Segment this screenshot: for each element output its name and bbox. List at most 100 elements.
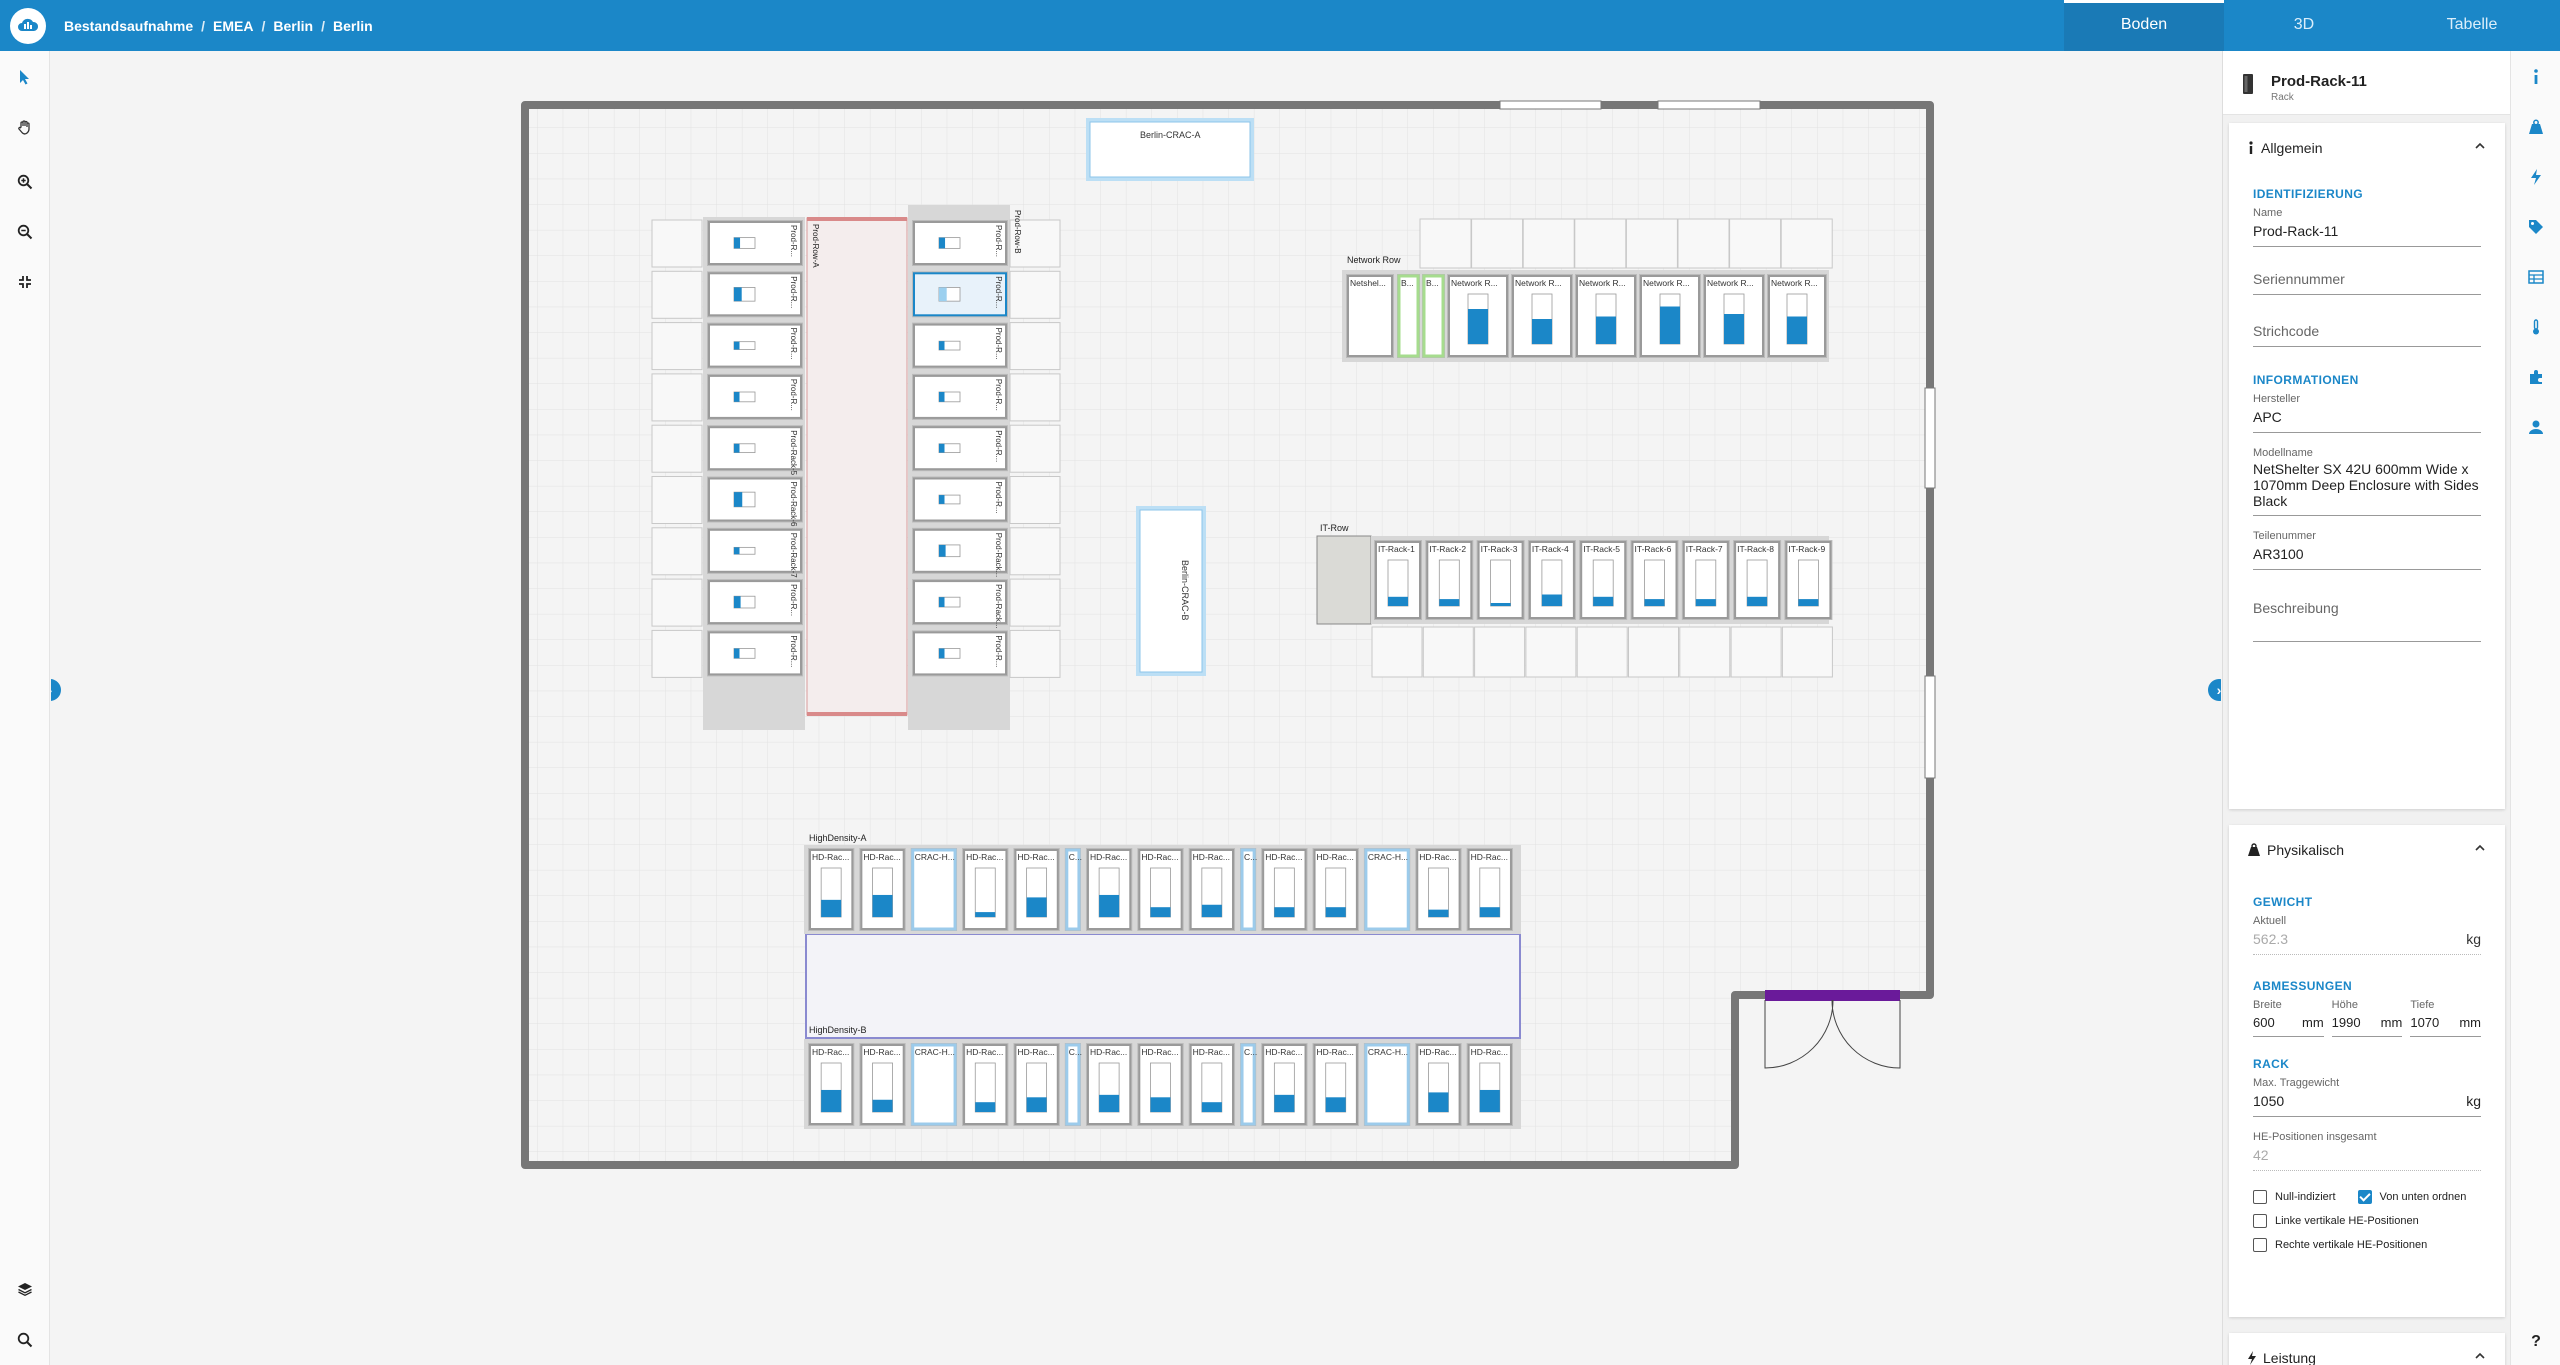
rack-it[interactable]: IT-Rack-3 (1476, 540, 1525, 620)
rack-prod-a[interactable]: Prod-R... (707, 373, 803, 420)
breadcrumb-item[interactable]: Berlin (273, 18, 313, 34)
rack-prod-b[interactable]: Prod-R... (912, 476, 1008, 523)
manufacturer-field[interactable]: APC (2253, 405, 2481, 433)
chevron-up-icon[interactable] (2473, 139, 2487, 153)
rack-network[interactable]: Network R... (1447, 274, 1509, 358)
rack-network[interactable]: B... (1397, 274, 1420, 358)
rack-hd-a[interactable]: HD-Rac... (859, 848, 906, 931)
rack-hd-b[interactable]: HD-Rac... (1013, 1043, 1060, 1126)
rack-hd-a[interactable]: C... (1064, 848, 1082, 931)
rack-hd-b[interactable]: HD-Rac... (808, 1043, 855, 1126)
tab-3d[interactable]: 3D (2224, 0, 2384, 51)
rack-hd-b[interactable]: HD-Rac... (859, 1043, 906, 1126)
layers-icon[interactable] (13, 1277, 37, 1301)
table-icon[interactable] (2524, 265, 2548, 289)
rack-prod-b[interactable]: Prod-Rack... (912, 527, 1008, 577)
rack-prod-a[interactable]: Prod-Rack-7 (707, 527, 803, 578)
part-number-field[interactable]: AR3100 (2253, 542, 2481, 570)
user-icon[interactable] (2524, 415, 2548, 439)
rack-hd-b[interactable]: CRAC-H... (1363, 1043, 1411, 1126)
floor-canvas[interactable]: Berlin-CRAC-A Berlin-CRAC-B Prod-Row-A Prod… (51, 51, 2221, 1365)
rack-hd-a[interactable]: C... (1240, 848, 1257, 931)
order-from-bottom-option[interactable]: Von unten ordnen (2336, 1185, 2491, 1209)
rack-prod-a[interactable]: Prod-R... (707, 579, 803, 626)
rack-hd-b[interactable]: HD-Rac... (1312, 1043, 1359, 1126)
fit-icon[interactable] (13, 270, 37, 294)
chevron-up-icon[interactable] (2473, 841, 2487, 855)
general-card-header[interactable]: Allgemein (2229, 123, 2505, 173)
power-icon[interactable] (2524, 165, 2548, 189)
rack-prod-b[interactable]: Prod-R... (912, 373, 1008, 420)
breadcrumb-item[interactable]: EMEA (213, 18, 253, 34)
rack-hd-a[interactable]: HD-Rac... (1261, 848, 1308, 931)
rack-hd-b[interactable]: HD-Rac... (962, 1043, 1009, 1126)
tab-boden[interactable]: Boden (2064, 0, 2224, 51)
rack-hd-b[interactable]: HD-Rac... (1188, 1043, 1236, 1126)
rack-hd-b[interactable]: C... (1064, 1043, 1082, 1126)
cursor-icon[interactable] (13, 65, 37, 89)
rack-prod-a[interactable]: Prod-R... (707, 271, 803, 318)
height-field[interactable]: 1990 mm (2331, 1011, 2403, 1037)
rack-hd-a[interactable]: HD-Rac... (1188, 848, 1236, 931)
temperature-icon[interactable] (2524, 315, 2548, 339)
rack-network[interactable]: Network R... (1703, 274, 1765, 358)
rack-it[interactable]: IT-Rack-4 (1527, 540, 1576, 620)
rack-hd-b[interactable]: CRAC-H... (910, 1043, 958, 1126)
depth-field[interactable]: 1070 mm (2410, 1011, 2482, 1037)
info-icon[interactable] (2524, 65, 2548, 89)
description-field[interactable]: Beschreibung (2253, 596, 2481, 642)
left-vertical-option[interactable]: Linke vertikale HE-Positionen (2229, 1209, 2505, 1233)
rack-it[interactable]: IT-Rack-7 (1681, 540, 1730, 620)
null-indexed-option[interactable]: Null-indiziert (2229, 1185, 2336, 1209)
plugin-icon[interactable] (2524, 365, 2548, 389)
rack-prod-b[interactable]: Prod-R... (912, 271, 1008, 318)
chevron-up-icon[interactable] (2473, 1349, 2487, 1363)
rack-prod-a[interactable]: Prod-R... (707, 220, 803, 266)
power-card-header[interactable]: Leistung (2229, 1333, 2505, 1365)
order-from-bottom-checkbox[interactable] (2357, 1190, 2372, 1204)
rack-hd-b[interactable]: C... (1240, 1043, 1257, 1126)
crac-unit[interactable]: Berlin-CRAC-A (1086, 118, 1254, 181)
rack-hd-b[interactable]: HD-Rac... (1137, 1043, 1184, 1126)
rack-prod-b[interactable]: Prod-R... (912, 425, 1008, 472)
width-field[interactable]: 600 mm (2253, 1011, 2324, 1037)
null-indexed-checkbox[interactable] (2253, 1190, 2267, 1204)
max-load-field[interactable]: 1050 kg (2253, 1089, 2481, 1117)
zoom-out-icon[interactable] (13, 220, 37, 244)
zoom-in-icon[interactable] (13, 170, 37, 194)
rack-hd-a[interactable]: HD-Rac... (962, 848, 1009, 931)
weight-icon[interactable] (2524, 115, 2548, 139)
search-icon[interactable] (13, 1328, 37, 1352)
rack-it[interactable]: IT-Rack-2 (1425, 540, 1474, 620)
rack-network[interactable]: Network R... (1767, 274, 1827, 358)
breadcrumb-item[interactable]: Berlin (333, 18, 373, 34)
rack-hd-a[interactable]: HD-Rac... (1312, 848, 1359, 931)
rack-hd-a[interactable]: HD-Rac... (1466, 848, 1513, 931)
rack-network[interactable]: Network R... (1511, 274, 1573, 358)
rack-hd-b[interactable]: HD-Rac... (1085, 1043, 1133, 1126)
model-field[interactable]: NetShelter SX 42U 600mm Wide x 1070mm De… (2253, 459, 2481, 516)
rack-it[interactable]: IT-Rack-1 (1374, 540, 1422, 620)
rack-network[interactable]: B... (1422, 274, 1445, 358)
rack-it[interactable]: IT-Rack-5 (1579, 540, 1628, 620)
rack-hd-b[interactable]: HD-Rac... (1261, 1043, 1308, 1126)
rack-hd-a[interactable]: CRAC-H... (1363, 848, 1411, 931)
rack-prod-b[interactable]: Prod-R... (912, 630, 1008, 677)
hand-icon[interactable] (13, 115, 37, 139)
rack-prod-b[interactable]: Prod-Rack... (912, 579, 1008, 629)
rack-it[interactable]: IT-Rack-6 (1630, 540, 1679, 620)
rack-it[interactable]: IT-Rack-8 (1733, 540, 1782, 620)
barcode-field[interactable]: Strichcode (2253, 319, 2481, 347)
rack-hd-a[interactable]: HD-Rac... (1137, 848, 1184, 931)
app-logo[interactable] (10, 8, 46, 44)
rack-network[interactable]: Network R... (1575, 274, 1637, 358)
rack-prod-a[interactable]: Prod-R... (707, 322, 803, 369)
name-field[interactable]: Prod-Rack-11 (2253, 219, 2481, 247)
rack-hd-b[interactable]: HD-Rac... (1466, 1043, 1513, 1126)
serial-number-field[interactable]: Seriennummer (2253, 267, 2481, 295)
rack-hd-a[interactable]: HD-Rac... (808, 848, 855, 931)
rack-network[interactable]: Netshel... (1346, 274, 1394, 358)
rack-prod-b[interactable]: Prod-R... (912, 322, 1008, 369)
right-vertical-option[interactable]: Rechte vertikale HE-Positionen (2229, 1233, 2505, 1257)
help-button[interactable]: ? (2524, 1330, 2548, 1354)
